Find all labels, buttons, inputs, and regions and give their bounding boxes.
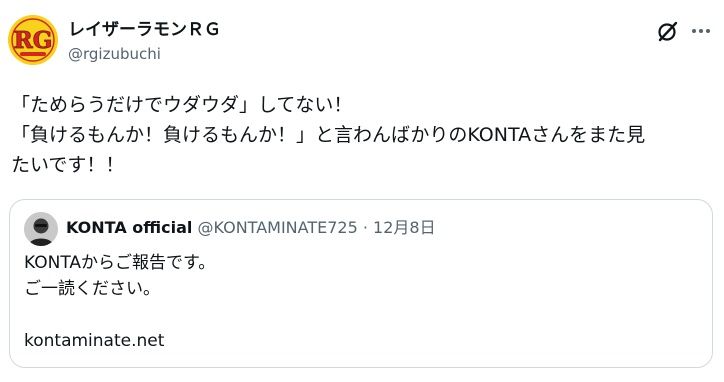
author-display-name[interactable]: レイザーラモンＲＧ — [68, 20, 221, 40]
svg-text:RG: RG — [14, 27, 53, 54]
more-options-button[interactable] — [688, 18, 714, 44]
grok-button[interactable] — [655, 18, 681, 44]
quoted-post-text: KONTAからご報告です。 ご一読ください。 kontaminate.net — [24, 250, 694, 354]
person-photo-icon — [24, 212, 58, 246]
header-separator: · — [362, 218, 368, 237]
quoted-post-date[interactable]: 12月8日 — [373, 218, 436, 237]
more-options-icon — [692, 29, 710, 33]
quoted-author-handle[interactable]: @KONTAMINATE725 — [197, 218, 357, 237]
quoted-author-avatar — [24, 212, 58, 246]
quoted-post[interactable]: KONTA official @KONTAMINATE725 · 12月8日 K… — [9, 199, 713, 368]
post-text-line: たいです！！ — [11, 154, 125, 176]
quoted-link-text[interactable]: kontaminate.net — [24, 328, 694, 354]
author-avatar[interactable]: RG — [8, 15, 58, 65]
post-text-line: 「ためらうだけでウダウダ」してない！ — [11, 94, 353, 116]
post-text: 「ためらうだけでウダウダ」してない！ 「負けるもんか！負けるもんか！」と言わんば… — [11, 90, 716, 180]
quoted-text-line: KONTAからご報告です。 — [24, 253, 216, 273]
grok-icon — [658, 21, 678, 42]
rg-logo-icon: RG — [8, 15, 58, 65]
post-text-line: 「負けるもんか！負けるもんか！」と言わんばかりのKONTAさんをまた見 — [11, 124, 646, 146]
quoted-post-header: KONTA official @KONTAMINATE725 · 12月8日 — [66, 217, 436, 239]
quoted-author-name[interactable]: KONTA official — [66, 218, 192, 237]
post-card: RG レイザーラモンＲＧ @rgizubuchi 「ためらうだけでウダウダ」して… — [0, 0, 724, 382]
author-handle[interactable]: @rgizubuchi — [68, 44, 161, 64]
quoted-text-line — [24, 302, 694, 328]
quoted-text-line: ご一読ください。 — [24, 279, 160, 299]
